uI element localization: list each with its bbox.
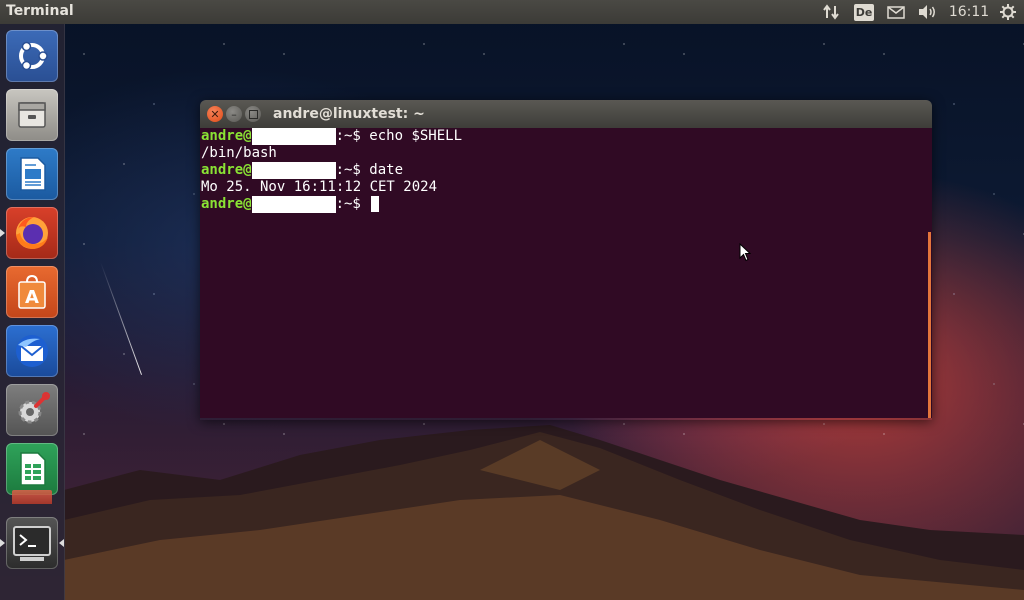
terminal-line: Mo 25. Nov 16:11:12 CET 2024 (201, 179, 437, 196)
prompt-suffix: :~$ (335, 196, 370, 212)
terminal-line: andre@ :~$ (201, 196, 380, 213)
launcher-item-impress-partial[interactable] (12, 490, 52, 504)
prompt-user: andre@ (201, 162, 252, 178)
launcher-item-thunderbird[interactable] (6, 325, 58, 377)
text-cursor (371, 196, 380, 212)
volume-speaker-icon[interactable] (916, 0, 940, 24)
launcher-item-files[interactable] (6, 89, 58, 141)
maximize-icon (248, 109, 258, 119)
window-titlebar[interactable]: ✕ – andre@linuxtest: ~ (200, 100, 932, 128)
launcher-item-firefox[interactable] (6, 207, 58, 259)
redacted-hostname (251, 196, 336, 213)
prompt-suffix: :~$ (335, 128, 370, 144)
launcher-item-software[interactable]: A (6, 266, 58, 318)
launcher: A (0, 24, 65, 600)
keyboard-layout-indicator[interactable]: De (852, 0, 876, 24)
network-transfer-icon[interactable] (820, 0, 842, 24)
desktop: Terminal De 16:11 A ✕ – andre@linuxtest:… (0, 0, 1024, 600)
terminal-scrollbar[interactable] (928, 232, 931, 418)
maximize-window-button[interactable] (245, 106, 261, 122)
ubuntu-logo-icon (19, 41, 48, 71)
svg-text:A: A (25, 287, 39, 308)
prompt-user: andre@ (201, 128, 252, 144)
terminal-line: /bin/bash (201, 145, 277, 162)
writer-document-icon (20, 157, 46, 191)
launcher-item-settings[interactable] (6, 384, 58, 436)
redacted-hostname (251, 128, 336, 145)
terminal-line: andre@ :~$ date (201, 162, 403, 179)
redacted-hostname (251, 162, 336, 179)
mouse-pointer-icon (739, 243, 751, 262)
mail-envelope-icon[interactable] (885, 0, 907, 24)
terminal-line: andre@ :~$ echo $SHELL (201, 128, 462, 145)
settings-gear-icon (18, 392, 50, 424)
clock[interactable]: 16:11 (948, 0, 990, 24)
minimize-icon: – (231, 107, 237, 121)
close-window-button[interactable]: ✕ (207, 106, 223, 122)
running-indicator (0, 539, 5, 547)
terminal-output-area[interactable]: andre@ :~$ echo $SHELL /bin/bash andre@ :~… (200, 128, 932, 418)
terminal-icon (13, 526, 51, 561)
output-text: Mo 25. Nov 16:11:12 CET 2024 (201, 179, 438, 195)
close-icon: ✕ (210, 107, 220, 121)
calc-spreadsheet-icon (20, 452, 46, 486)
system-gear-icon[interactable] (997, 0, 1019, 24)
minimize-window-button[interactable]: – (226, 106, 242, 122)
panel-app-title: Terminal (6, 3, 74, 19)
file-cabinet-icon (18, 102, 46, 128)
running-indicator (0, 229, 5, 237)
launcher-item-calc[interactable] (6, 443, 58, 495)
launcher-item-writer[interactable] (6, 148, 58, 200)
command-text: echo $SHELL (369, 128, 463, 144)
launcher-item-terminal[interactable] (6, 517, 58, 569)
prompt-user: andre@ (201, 196, 252, 212)
firefox-icon (16, 217, 48, 249)
prompt-suffix: :~$ (335, 162, 370, 178)
window-title: andre@linuxtest: ~ (273, 106, 425, 122)
command-text: date (369, 162, 404, 178)
focused-indicator (59, 539, 64, 547)
top-panel: Terminal De 16:11 (0, 0, 1024, 24)
launcher-item-dash[interactable] (6, 30, 58, 82)
software-bag-icon: A (18, 274, 46, 309)
thunderbird-icon (16, 335, 48, 367)
terminal-window[interactable]: ✕ – andre@linuxtest: ~ andre@ :~$ echo $S… (200, 100, 932, 420)
keyboard-layout-label: De (854, 3, 874, 21)
output-text: /bin/bash (201, 145, 277, 161)
